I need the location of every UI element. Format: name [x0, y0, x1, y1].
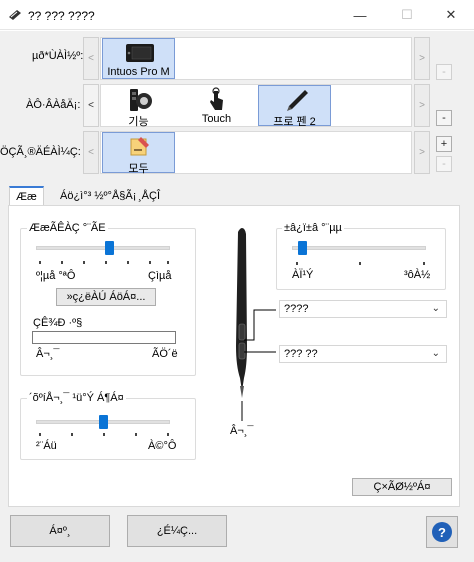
application-remove-button[interactable]: -	[436, 156, 452, 172]
slider-tick	[127, 261, 129, 264]
device-prev-button[interactable]: <	[83, 37, 99, 80]
chevron-down-icon: ⌄	[431, 348, 440, 359]
tool-tile-functions[interactable]: 기능	[102, 85, 175, 128]
device-tile-intuos[interactable]: Intuos Pro M	[102, 38, 175, 79]
tilt-slider-thumb[interactable]	[298, 241, 307, 255]
tab-eraser[interactable]: Áö¿ì°³ ½º°Å§Ã¡	[54, 186, 142, 206]
slider-tick	[71, 433, 73, 436]
slider-tick	[423, 262, 425, 265]
lower-button-dropdown[interactable]: ??? ?? ⌄	[279, 345, 447, 363]
pressure-test-field[interactable]	[32, 331, 176, 344]
maximize-button[interactable]: ☐	[384, 0, 430, 30]
tool-tile-touch[interactable]: Touch	[180, 85, 253, 126]
slider-tick	[359, 262, 361, 265]
tilt-slider-track[interactable]	[292, 246, 426, 250]
tool-prev-button[interactable]: <	[83, 84, 99, 127]
tool-next-button[interactable]: >	[414, 84, 430, 127]
device-remove-button[interactable]: -	[436, 64, 452, 80]
help-icon: ?	[432, 522, 452, 542]
title-bar: ?? ??? ???? — ☐ ✕	[0, 0, 474, 30]
tool-row-label: ÀÔ·ÂÀåÄ¡:	[26, 99, 81, 111]
pressure-test-click-label: Â¬¸¯	[36, 348, 60, 360]
lower-button-value: ??? ??	[284, 348, 318, 360]
application-add-button[interactable]: +	[436, 136, 452, 152]
tablet-device-icon	[126, 44, 154, 62]
options-button[interactable]: ¿É¼Ç...	[127, 515, 227, 547]
help-button[interactable]: ?	[426, 516, 458, 548]
application-tile-all[interactable]: 모두	[102, 132, 175, 175]
device-row-label: µð*ÙÀÌ½º:	[32, 50, 84, 62]
device-next-button[interactable]: >	[414, 37, 430, 80]
all-apps-icon	[130, 137, 149, 156]
tool-tile-pro-pen-2[interactable]: 프로 펜 2	[258, 85, 331, 128]
application-row-label: ÖÇÃ¸®ÄÉÀÌ¼Ç:	[0, 146, 81, 158]
tool-tile-label: 기능	[128, 116, 149, 128]
slider-tick	[167, 433, 169, 436]
pressure-group-title: ÆæÃÊÀÇ °¨ÃE	[27, 222, 108, 234]
tilt-group-title: ±â¿ï±â °¨µµ	[282, 222, 344, 234]
customize-pressure-button[interactable]: »ç¿ëÀÚ ÁöÁ¤...	[56, 288, 156, 306]
device-tile-label: Intuos Pro M	[107, 66, 170, 78]
about-button[interactable]: Á¤º¸	[10, 515, 110, 547]
slider-tick	[135, 433, 137, 436]
window-title: ?? ??? ????	[28, 9, 95, 23]
slider-tick	[103, 433, 105, 436]
double-click-off-label: ²¨Áü	[36, 440, 57, 452]
slider-tick	[296, 262, 298, 265]
slider-tick	[39, 261, 41, 264]
slider-tick	[39, 433, 41, 436]
touch-hand-icon	[210, 87, 223, 110]
double-click-group-title: ´õºíÅ¬¸¯ ¹ü°Ý Á¶Á¤	[27, 392, 126, 404]
default-button[interactable]: Ç×ÃØ½ºÁ¤	[352, 478, 452, 496]
tablet-app-icon	[9, 10, 21, 20]
pressure-test-label: ÇÊ¾Ð ·º§	[33, 317, 83, 329]
tilt-normal-label: ÀÏ¹Ý	[292, 269, 314, 281]
pressure-test-max-label: ÃÖ´ë	[152, 348, 178, 360]
minimize-button[interactable]: —	[337, 0, 383, 30]
pressure-slider-thumb[interactable]	[105, 241, 114, 255]
close-button[interactable]: ✕	[428, 0, 474, 30]
tilt-high-label: ³ôÀ½	[404, 269, 431, 281]
slider-tick	[167, 261, 169, 264]
functions-icon	[130, 89, 152, 111]
pen-icon	[287, 90, 308, 111]
application-tile-label: 모두	[128, 163, 149, 175]
pressure-soft-label: º¦µå °ªÔ	[36, 270, 76, 282]
application-next-button[interactable]: >	[414, 131, 430, 174]
pressure-firm-label: Çìµå	[148, 270, 172, 282]
tool-tile-label: 프로 펜 2	[273, 116, 316, 128]
tool-tile-label: Touch	[201, 113, 232, 125]
chevron-down-icon: ⌄	[431, 303, 440, 314]
tab-mapping[interactable]: ¸ÅÇÎ	[132, 186, 166, 206]
button-leader-lines	[244, 309, 276, 353]
upper-button-dropdown[interactable]: ???? ⌄	[279, 300, 447, 318]
slider-tick	[105, 261, 107, 264]
slider-tick	[149, 261, 151, 264]
double-click-large-label: À©°Ô	[148, 440, 177, 452]
double-click-slider-thumb[interactable]	[99, 415, 108, 429]
slider-tick	[83, 261, 85, 264]
application-prev-button[interactable]: <	[83, 131, 99, 174]
upper-button-value: ????	[284, 303, 309, 315]
pen-tip-label: Â¬¸¯	[230, 425, 254, 437]
pressure-slider-track[interactable]	[36, 246, 170, 250]
slider-tick	[61, 261, 63, 264]
tool-remove-button[interactable]: -	[436, 110, 452, 126]
tab-pen[interactable]: Ææ	[9, 186, 44, 206]
